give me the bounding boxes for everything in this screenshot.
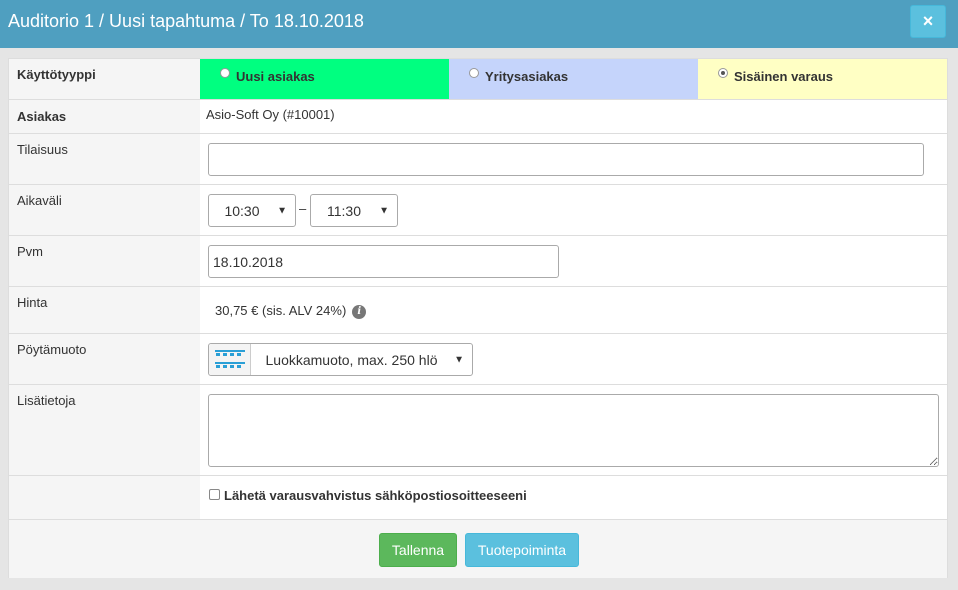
row-lisatietoja: Lisätietoja: [9, 385, 947, 476]
save-button[interactable]: Tallenna: [379, 533, 457, 567]
option-yritysasiakas[interactable]: Yritysasiakas: [449, 59, 698, 99]
label-lisatietoja: Lisätietoja: [9, 385, 200, 475]
confirmation-label: Lähetä varausvahvistus sähköpostiosoitte…: [224, 488, 527, 503]
row-pvm: Pvm: [9, 236, 947, 287]
label-asiakas: Asiakas: [9, 100, 200, 133]
radio-uusi-asiakas[interactable]: [220, 68, 230, 78]
aikavali-start-select[interactable]: 10:30 ▼: [208, 194, 296, 227]
tilaisuus-input[interactable]: [208, 143, 924, 176]
row-aikavali: Aikaväli 10:30 ▼ – 11:30 ▼: [9, 185, 947, 236]
caret-down-icon: ▼: [379, 205, 389, 216]
row-kayttotyyppi: Käyttötyyppi Uusi asiakas Yritysasiakas …: [9, 59, 947, 100]
caret-down-icon: ▼: [454, 354, 464, 365]
dialog-header: Auditorio 1 / Uusi tapahtuma / To 18.10.…: [0, 0, 958, 48]
pvm-input[interactable]: [208, 245, 559, 278]
confirmation-checkbox[interactable]: [209, 489, 220, 500]
label-poytamuoto: Pöytämuoto: [9, 334, 200, 384]
option-sisainen-varaus[interactable]: Sisäinen varaus: [698, 59, 947, 99]
close-icon: ×: [922, 11, 934, 31]
classroom-layout-icon: [209, 344, 251, 375]
dialog-title: Auditorio 1 / Uusi tapahtuma / To 18.10.…: [8, 11, 364, 31]
row-poytamuoto: Pöytämuoto Luokkamuoto, max. 250 hlö ▼: [9, 334, 947, 385]
row-asiakas: Asiakas Asio-Soft Oy (#10001): [9, 100, 947, 134]
lisatietoja-textarea[interactable]: [208, 394, 939, 467]
form-panel: Käyttötyyppi Uusi asiakas Yritysasiakas …: [8, 58, 948, 578]
hinta-value: 30,75 € (sis. ALV 24%): [215, 303, 347, 318]
caret-down-icon: ▼: [277, 205, 287, 216]
aikavali-end-select[interactable]: 11:30 ▼: [310, 194, 398, 227]
info-icon[interactable]: i: [352, 304, 367, 319]
time-separator: –: [299, 201, 307, 216]
row-tilaisuus: Tilaisuus: [9, 134, 947, 185]
label-hinta: Hinta: [9, 287, 200, 333]
label-tilaisuus: Tilaisuus: [9, 134, 200, 184]
product-picking-button[interactable]: Tuotepoiminta: [465, 533, 579, 567]
radio-sisainen-varaus[interactable]: [718, 68, 728, 78]
hinta-display: 30,75 € (sis. ALV 24%) i: [215, 303, 367, 319]
label-aikavali: Aikaväli: [9, 185, 200, 235]
close-button[interactable]: ×: [910, 5, 946, 38]
label-kayttotyyppi: Käyttötyyppi: [9, 59, 200, 99]
row-hinta: Hinta 30,75 € (sis. ALV 24%) i: [9, 287, 947, 334]
option-uusi-asiakas[interactable]: Uusi asiakas: [200, 59, 449, 99]
row-confirmation: Lähetä varausvahvistus sähköpostiosoitte…: [9, 476, 947, 520]
label-pvm: Pvm: [9, 236, 200, 286]
radio-yritysasiakas[interactable]: [469, 68, 479, 78]
asiakas-value: Asio-Soft Oy (#10001): [206, 107, 335, 122]
poytamuoto-select[interactable]: Luokkamuoto, max. 250 hlö ▼: [208, 343, 473, 376]
form-footer: Tallenna Tuotepoiminta: [9, 520, 947, 578]
